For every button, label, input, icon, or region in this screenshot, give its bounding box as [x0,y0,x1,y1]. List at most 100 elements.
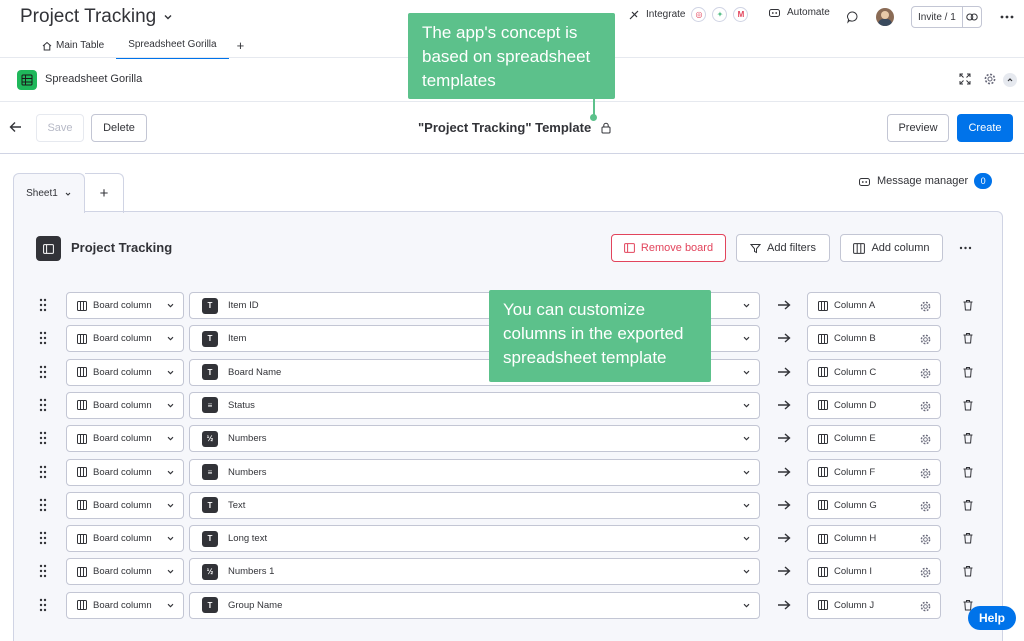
copy-link-button[interactable] [963,13,981,21]
chevron-down-icon [167,503,174,508]
drag-handle-icon[interactable] [38,398,48,412]
board-field-select[interactable]: ≡ Status [189,391,760,419]
source-type-select[interactable]: Board column [66,325,184,353]
target-column-field[interactable]: Column H [807,525,941,553]
source-type-select[interactable]: Board column [66,425,184,453]
trash-icon[interactable] [962,532,974,544]
target-column-value: Column I [834,566,873,578]
trash-icon[interactable] [962,499,974,511]
source-type-select[interactable]: Board column [66,358,184,386]
add-view-button[interactable]: + [229,36,253,59]
drag-handle-icon[interactable] [38,431,48,445]
gear-icon [984,73,996,85]
remove-board-button[interactable]: Remove board [611,234,726,262]
column-type-icon: T [202,297,218,314]
gear-icon[interactable] [920,368,931,379]
delete-button[interactable]: Delete [91,114,147,142]
target-column-field[interactable]: Column I [807,558,941,586]
gear-icon[interactable] [920,334,931,345]
target-column-field[interactable]: Column D [807,391,941,419]
avatar[interactable] [876,8,894,26]
more-options-button[interactable] [1000,15,1014,19]
sheet-tab-label: Sheet1 [26,188,58,199]
columns-icon [818,566,828,577]
target-column-field[interactable]: Column G [807,491,941,519]
tab-label: Spreadsheet Gorilla [128,39,217,50]
board-field-select[interactable]: T Group Name [189,591,760,619]
integrate-button[interactable]: Integrate ◎ ✦ M [628,7,749,22]
updates-button[interactable] [846,10,860,24]
gear-icon[interactable] [920,301,931,312]
trash-icon[interactable] [962,565,974,577]
drag-handle-icon[interactable] [38,465,48,479]
gear-icon[interactable] [920,534,931,545]
save-button[interactable]: Save [36,114,84,142]
trash-icon[interactable] [962,366,974,378]
preview-button[interactable]: Preview [887,114,949,142]
drag-handle-icon[interactable] [38,564,48,578]
source-type-select[interactable]: Board column [66,558,184,586]
add-sheet-button[interactable]: + [85,173,124,213]
board-field-select[interactable]: ½ Numbers 1 [189,558,760,586]
source-type-select[interactable]: Board column [66,391,184,419]
gear-icon[interactable] [920,434,931,445]
trash-icon[interactable] [962,399,974,411]
drag-handle-icon[interactable] [38,298,48,312]
target-column-field[interactable]: Column C [807,358,941,386]
chevron-down-icon [743,436,750,441]
source-type-select[interactable]: Board column [66,525,184,553]
add-column-button[interactable]: Add column [840,234,943,262]
tab-main-table[interactable]: Main Table [30,36,116,59]
gear-icon[interactable] [920,468,931,479]
add-filters-button[interactable]: Add filters [736,234,830,262]
source-type-value: Board column [93,499,152,511]
source-type-select[interactable]: Board column [66,458,184,486]
tab-spreadsheet-gorilla[interactable]: Spreadsheet Gorilla [116,36,229,59]
back-button[interactable] [9,121,22,133]
invite-button[interactable]: Invite / 1 [911,6,982,28]
automate-button[interactable]: Automate [768,7,830,18]
drag-handle-icon[interactable] [38,498,48,512]
gear-icon[interactable] [920,401,931,412]
target-column-field[interactable]: Column B [807,325,941,353]
app-settings-button[interactable] [984,73,996,85]
sheet-tab-sheet1[interactable]: Sheet1 [13,173,85,213]
gear-icon[interactable] [920,501,931,512]
trash-icon[interactable] [962,466,974,478]
board-field-select[interactable]: ≡ Numbers [189,458,760,486]
help-button[interactable]: Help [968,606,1016,630]
board-field-select[interactable]: T Text [189,491,760,519]
drag-handle-icon[interactable] [38,598,48,612]
trash-icon[interactable] [962,432,974,444]
source-type-select[interactable]: Board column [66,491,184,519]
target-column-field[interactable]: Column A [807,292,941,319]
trash-icon[interactable] [962,299,974,311]
board-field-select[interactable]: ½ Numbers [189,425,760,453]
target-column-field[interactable]: Column E [807,425,941,453]
target-column-field[interactable]: Column F [807,458,941,486]
source-type-value: Board column [93,399,152,411]
gear-icon[interactable] [920,567,931,578]
target-column-value: Column E [834,433,876,445]
board-title[interactable]: Project Tracking [20,6,174,28]
drag-handle-icon[interactable] [38,531,48,545]
source-type-select[interactable]: Board column [66,591,184,619]
message-manager-button[interactable]: Message manager 0 [858,173,993,189]
source-type-select[interactable]: Board column [66,292,184,319]
fullscreen-button[interactable] [959,73,971,85]
drag-handle-icon[interactable] [38,331,48,345]
create-button[interactable]: Create [957,114,1013,142]
target-column-field[interactable]: Column J [807,591,941,619]
panel-more-button[interactable] [959,246,972,250]
collapse-button[interactable] [1003,73,1017,87]
columns-icon [77,600,87,611]
target-column-value: Column B [834,333,876,345]
drag-handle-icon[interactable] [38,365,48,379]
board-field-value: Status [228,399,255,411]
columns-icon [77,400,87,411]
board-field-select[interactable]: T Long text [189,525,760,553]
trash-icon[interactable] [962,332,974,344]
add-filters-label: Add filters [767,242,816,254]
columns-icon [77,433,87,444]
gear-icon[interactable] [920,601,931,612]
